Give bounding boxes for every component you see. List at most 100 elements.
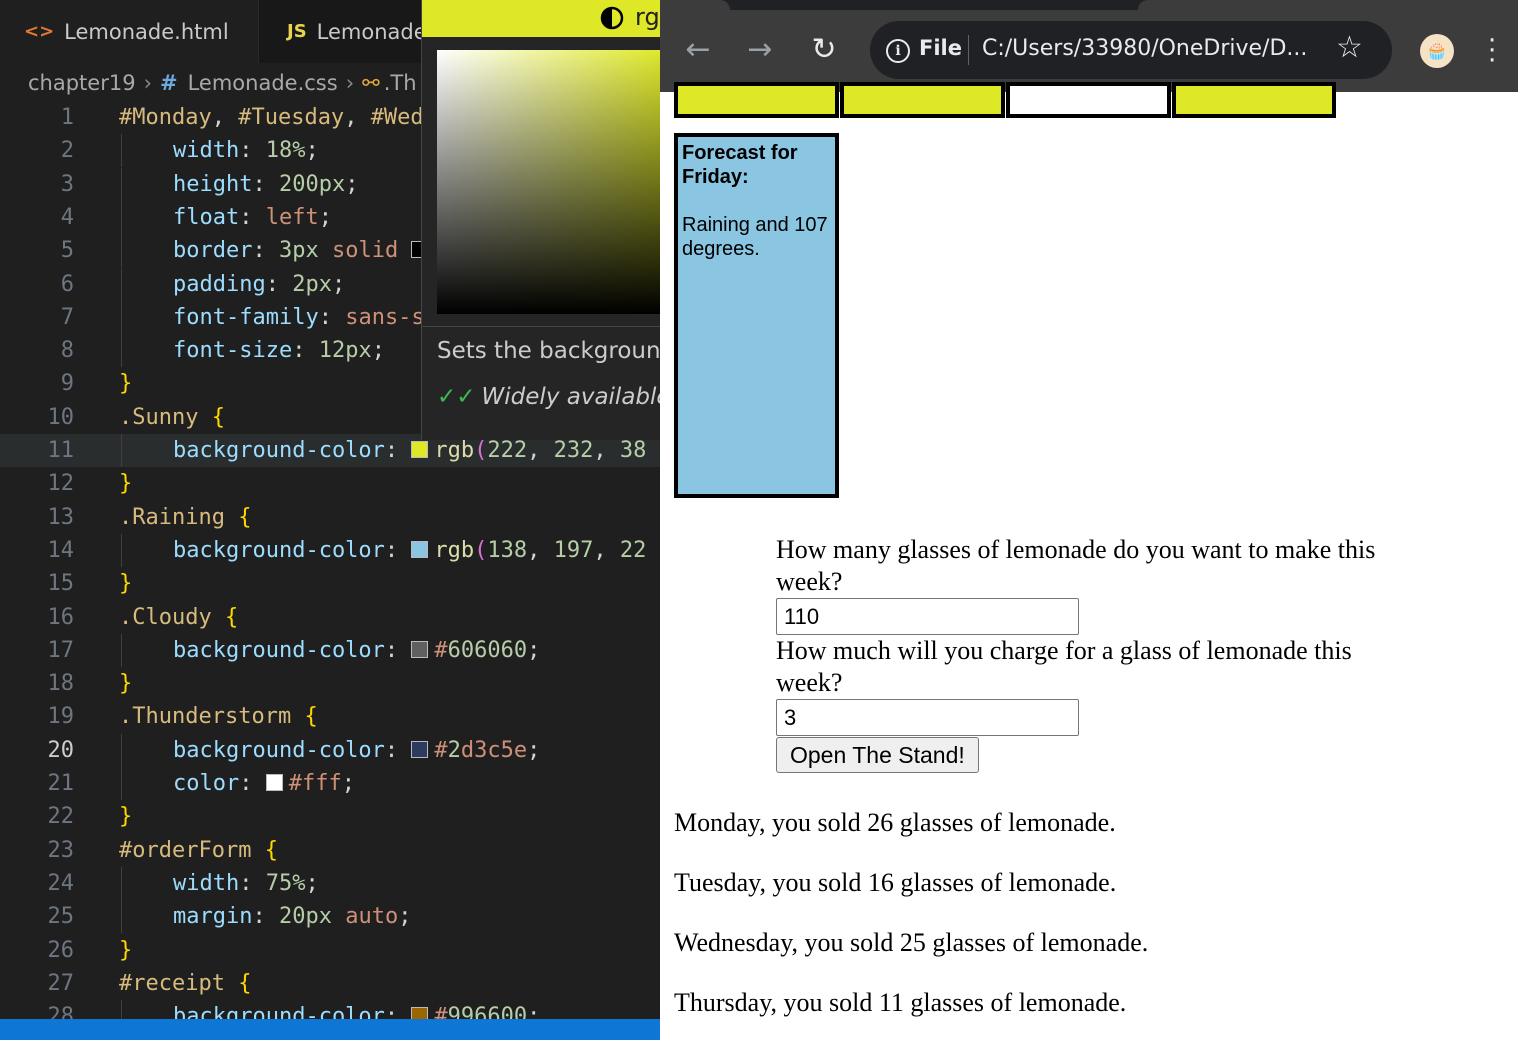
tab-lemonade-js[interactable]: JS Lemonade [259,0,429,63]
code-line[interactable]: 13 .Raining { [0,501,660,534]
glasses-input[interactable]: 110 [776,598,1079,635]
color-hover-popup: rg Sets the background ✓✓ Widely availabl… [421,0,660,440]
menu-kebab-icon[interactable]: · · · [1488,28,1496,74]
code-line[interactable]: 12} [0,467,660,500]
breadcrumb-folder[interactable]: chapter19 [28,71,136,95]
code-line[interactable]: 23 #orderForm { [0,834,660,867]
code-text: } [119,371,133,397]
indent-guide [121,334,122,368]
code-line[interactable]: 15} [0,567,660,600]
tab-strip [660,0,1518,10]
status-bar [0,1019,660,1040]
price-question: How much will you charge for a glass of … [776,636,1352,697]
code-line[interactable]: 17 background-color: #606060; [0,633,660,667]
code-text: height: 200px; [173,171,359,197]
property-description: Sets the background [437,338,660,364]
code-text: float: left; [173,204,332,230]
saturation-picker[interactable] [437,50,660,314]
forecast-box-tuesday [840,82,1005,118]
color-format-label[interactable]: rg [635,3,660,31]
line-number: 5 [60,238,74,264]
code-line[interactable]: 27 #receipt { [0,967,660,1000]
forecast-heading: Forecast for Friday: [682,142,798,188]
indent-guide [121,234,122,268]
glasses-question: How many glasses of lemonade do you want… [776,535,1376,596]
scheme-label[interactable]: File [919,36,962,60]
browser-toolbar: ← → ↻ i File C:/Users/33980/OneDrive/D..… [660,0,1518,92]
code-line[interactable]: 20 background-color: #2d3c5e; [0,733,660,767]
reload-icon[interactable]: ↻ [804,30,844,70]
code-text: #receipt { [119,970,252,996]
line-number: 23 [47,837,75,863]
line-number: 11 [47,438,75,463]
forward-arrow-icon[interactable]: → [740,30,780,70]
tab-lemonade-html[interactable]: <> Lemonade.html [0,0,259,63]
address-bar[interactable]: i File C:/Users/33980/OneDrive/D... ☆ [870,21,1392,79]
line-number: 24 [47,870,75,896]
code-line[interactable]: 24 width: 75%; [0,866,660,900]
availability-text: Widely available [481,384,660,410]
divider [422,326,660,327]
indent-guide [121,300,122,334]
code-text: .Raining { [119,504,252,530]
breadcrumb-symbol[interactable]: .Th [384,71,417,95]
indent-guide [121,900,122,934]
breadcrumb-file[interactable]: Lemonade.css [188,71,338,95]
contrast-icon[interactable] [600,6,624,30]
code-text: } [119,471,133,497]
code-line[interactable]: 21 color: #fff; [0,767,660,800]
code-line[interactable]: 19 .Thunderstorm { [0,700,660,733]
line-number: 14 [47,537,75,563]
code-editor-window: <> Lemonade.html JS Lemonade chapter19 ›… [0,0,660,1040]
chevron-right-icon: › [143,71,152,95]
back-arrow-icon[interactable]: ← [678,30,718,70]
indent-guide [121,733,122,767]
code-text: padding: 2px; [173,271,346,297]
indent-guide [121,767,122,800]
line-number: 6 [60,271,74,297]
indent-guide [121,200,122,234]
browser-tab[interactable] [660,0,730,10]
forecast-box-thursday [1172,82,1336,118]
indent-guide [121,134,122,168]
color-swatch[interactable] [411,740,429,758]
code-line[interactable]: 26} [0,934,660,967]
color-swatch[interactable] [411,441,429,458]
line-number: 10 [47,404,75,430]
profile-avatar[interactable]: 🧁 [1420,34,1454,68]
indent-guide [121,533,122,567]
code-text: #Monday, #Tuesday, #Wed [119,105,424,130]
browser-tab[interactable] [1138,0,1518,10]
url-text[interactable]: C:/Users/33980/OneDrive/D... [982,36,1307,61]
code-line[interactable]: 18} [0,667,660,700]
code-text: background-color: #606060; [173,637,541,663]
js-file-icon: JS [287,21,307,42]
code-line[interactable]: 25 margin: 20px auto; [0,900,660,934]
chevron-right-icon: › [345,71,355,95]
color-swatch[interactable] [411,540,429,558]
color-picker-header[interactable]: rg [422,0,660,37]
line-number: 1 [60,105,74,130]
line-number: 4 [60,204,74,230]
line-number: 26 [47,937,75,963]
code-text: .Sunny { [119,404,225,430]
bookmark-star-icon[interactable]: ☆ [1336,30,1363,65]
forecast-box-friday: Forecast for Friday: Raining and 107 deg… [674,133,839,498]
code-line[interactable]: 14 background-color: rgb(138, 197, 22 [0,533,660,567]
code-text: } [119,571,133,597]
code-line[interactable]: 22} [0,800,660,833]
color-swatch[interactable] [265,774,283,791]
line-number: 8 [60,338,74,364]
info-icon[interactable]: i [886,39,910,63]
line-number: 21 [47,771,75,796]
open-stand-button[interactable]: Open The Stand! [776,737,979,773]
code-line[interactable]: 16 .Cloudy { [0,601,660,634]
line-number: 12 [47,471,75,497]
receipt-line-tuesday: Tuesday, you sold 16 glasses of lemonade… [674,868,1117,897]
code-text: font-family: sans-s [173,304,425,330]
color-swatch[interactable] [411,640,429,658]
code-text: .Thunderstorm { [119,704,318,730]
price-input[interactable]: 3 [776,699,1079,736]
divider [968,35,969,65]
code-text: background-color: rgb(138, 197, 22 [173,537,647,563]
